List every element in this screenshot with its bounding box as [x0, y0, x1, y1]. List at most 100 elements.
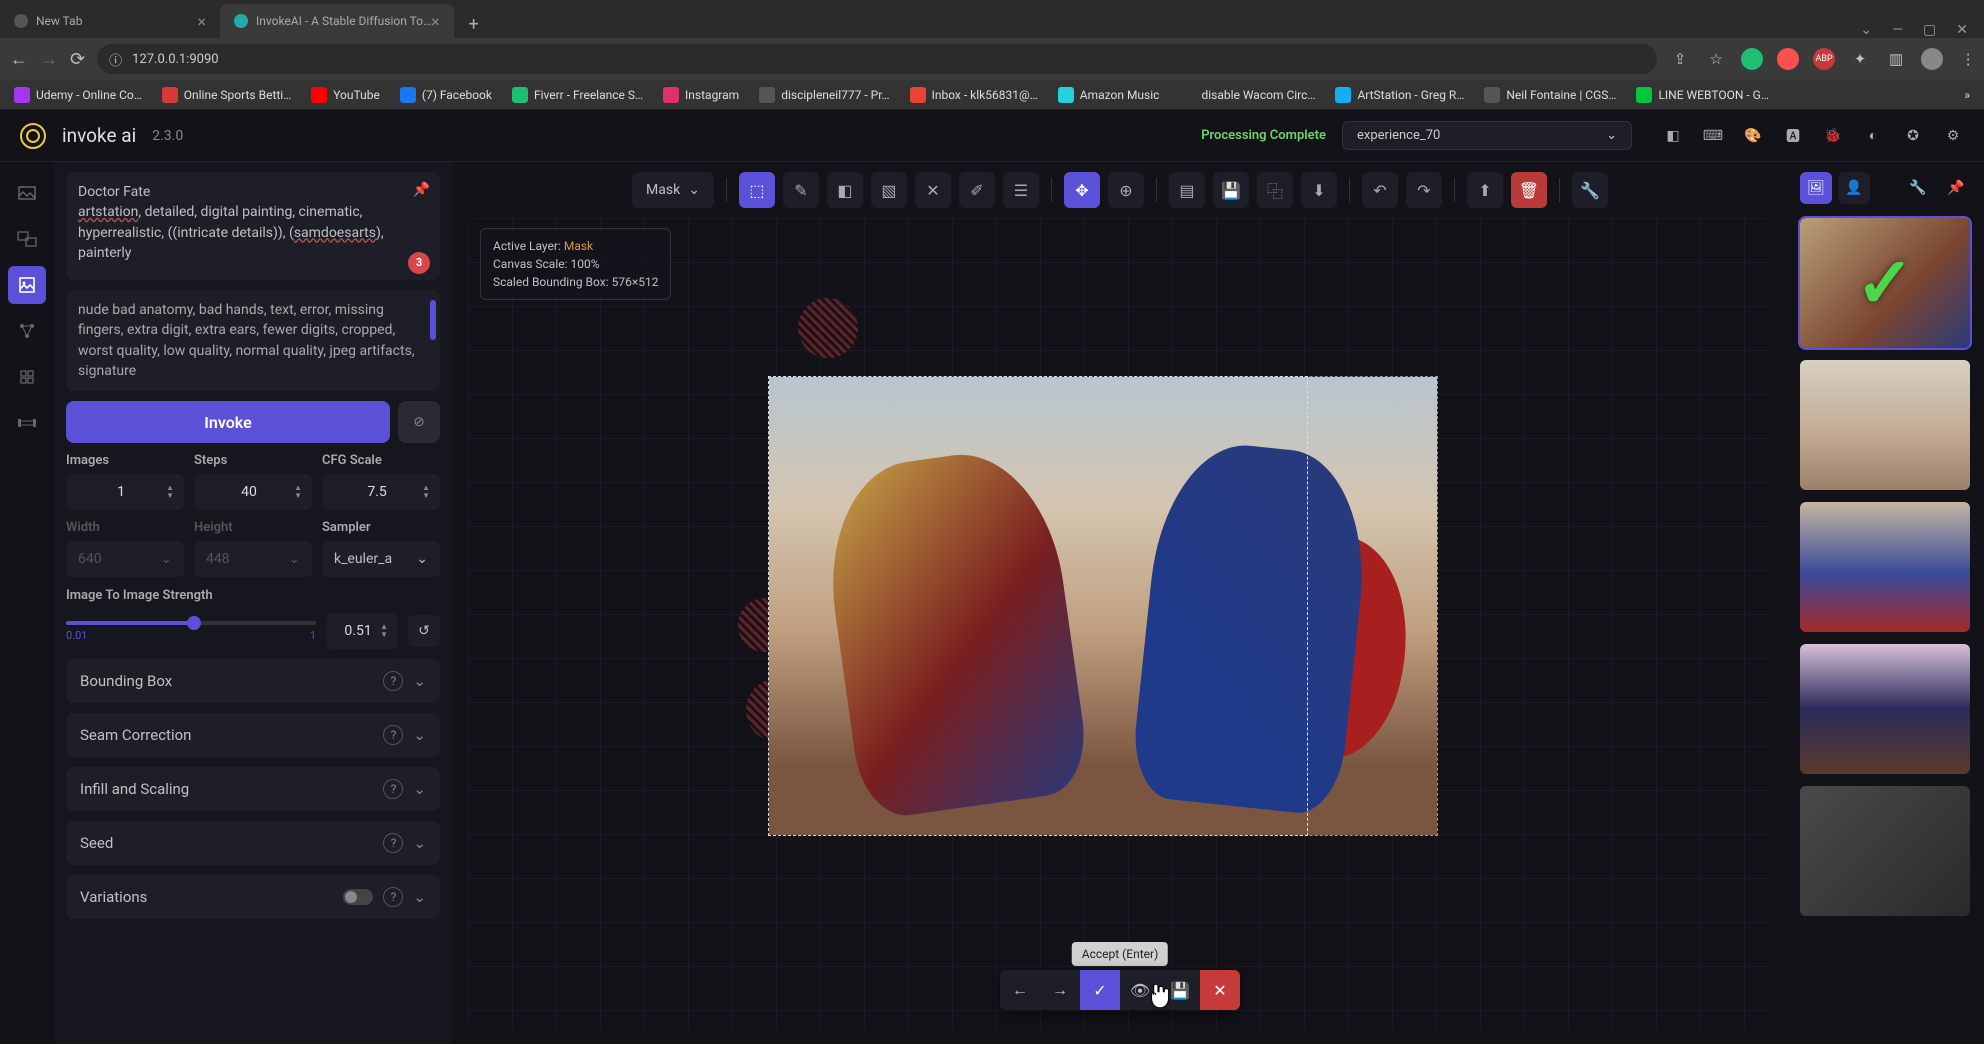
cfg-input[interactable]: 7.5▲▼ — [322, 474, 440, 510]
help-icon[interactable]: ? — [383, 779, 403, 799]
forward-button[interactable]: → — [40, 45, 58, 73]
sidepanel-icon[interactable]: ▥ — [1885, 48, 1907, 70]
stepper-icon[interactable]: ▲▼ — [422, 484, 430, 500]
help-icon[interactable]: ? — [383, 725, 403, 745]
accordion-infill-scaling[interactable]: Infill and Scaling?⌄ — [66, 767, 440, 811]
upload-button[interactable]: ⬆ — [1467, 172, 1503, 208]
images-input[interactable]: 1▲▼ — [66, 474, 184, 510]
tab-training[interactable] — [8, 404, 46, 442]
sampler-select[interactable]: k_euler_a⌄ — [322, 541, 440, 577]
tool-copy[interactable]: ⿻ — [1257, 172, 1293, 208]
height-select[interactable]: 448⌄ — [194, 541, 312, 577]
i2i-value-input[interactable]: 0.51▲▼ — [326, 613, 398, 649]
stepper-icon[interactable]: ▲▼ — [294, 484, 302, 500]
bookmark-item[interactable]: Udemy - Online Co… — [14, 87, 142, 103]
gallery-thumbnails[interactable]: ✓ — [1788, 214, 1984, 1044]
gallery-thumb[interactable]: ✓ — [1800, 218, 1970, 348]
tool-select[interactable]: ⬚ — [739, 172, 775, 208]
stepper-icon[interactable]: ▲▼ — [380, 623, 388, 639]
bookmark-item[interactable]: LINE WEBTOON - G… — [1636, 87, 1768, 103]
tab-postprocess[interactable] — [8, 358, 46, 396]
maximize-icon[interactable]: ▢ — [1923, 22, 1936, 38]
back-button[interactable]: ← — [10, 45, 28, 73]
tool-download[interactable]: ⬇ — [1301, 172, 1337, 208]
site-info-icon[interactable]: ⓘ — [109, 50, 122, 69]
discard-button[interactable]: ✕ — [1200, 970, 1240, 1010]
settings-gear-icon[interactable]: ⚙ — [1942, 125, 1964, 147]
extension-icon[interactable] — [1741, 48, 1763, 70]
github-icon[interactable]: ◐ — [1862, 125, 1884, 147]
accept-button[interactable]: ✓ — [1080, 970, 1120, 1010]
help-icon[interactable]: ? — [383, 671, 403, 691]
stepper-icon[interactable]: ▲▼ — [166, 484, 174, 500]
save-staging-button[interactable]: 💾 — [1160, 970, 1200, 1010]
positive-prompt-input[interactable]: 📌 Doctor Fate artstation, detailed, digi… — [66, 172, 440, 280]
bookmark-item[interactable]: Online Sports Betti… — [162, 87, 291, 103]
bookmark-item[interactable]: Neil Fontaine | CGS… — [1484, 87, 1616, 103]
gallery-thumb[interactable] — [1800, 502, 1970, 632]
slider-thumb[interactable] — [187, 616, 201, 630]
extensions-puzzle-icon[interactable]: ✦ — [1849, 48, 1871, 70]
pin-icon[interactable]: 📌 — [413, 180, 430, 200]
reload-button[interactable]: ⟳ — [70, 45, 85, 73]
variations-toggle[interactable] — [343, 889, 373, 905]
clear-canvas-button[interactable]: 🗑 — [1511, 172, 1547, 208]
profile-avatar-icon[interactable] — [1921, 48, 1943, 70]
gallery-tab-images[interactable]: 🖼 — [1800, 172, 1832, 204]
tool-save-to-gallery[interactable]: 💾 — [1213, 172, 1249, 208]
accordion-variations[interactable]: Variations?⌄ — [66, 875, 440, 919]
abp-extension-icon[interactable]: ABP — [1813, 48, 1835, 70]
extension-icon[interactable] — [1777, 48, 1799, 70]
tool-fill[interactable]: ▧ — [871, 172, 907, 208]
reset-icon[interactable]: ↺ — [408, 615, 440, 647]
tab-txt2img[interactable] — [8, 174, 46, 212]
bookmark-star-icon[interactable]: ☆ — [1705, 48, 1727, 70]
canvas-viewport[interactable]: Active Layer: Mask Canvas Scale: 100% Sc… — [468, 218, 1772, 1028]
close-icon[interactable]: ✕ — [1956, 22, 1968, 38]
bookmark-item[interactable]: discipleneil777 - Pr… — [759, 87, 889, 103]
width-select[interactable]: 640⌄ — [66, 541, 184, 577]
i2i-slider[interactable] — [66, 621, 316, 625]
discord-icon[interactable]: ✪ — [1902, 125, 1924, 147]
close-icon[interactable]: × — [197, 12, 206, 31]
gallery-settings-icon[interactable]: 🔧 — [1902, 172, 1934, 204]
gallery-thumb[interactable] — [1800, 360, 1970, 490]
bookmark-item[interactable]: disable Wacom Circ… — [1179, 87, 1315, 103]
language-icon[interactable]: 🅰 — [1782, 125, 1804, 147]
canvas-settings-icon[interactable]: 🔧 — [1572, 172, 1608, 208]
keyboard-icon[interactable]: ⌨ — [1702, 125, 1724, 147]
steps-input[interactable]: 40▲▼ — [194, 474, 312, 510]
accordion-bounding-box[interactable]: Bounding Box?⌄ — [66, 659, 440, 703]
bookmark-item[interactable]: (7) Facebook — [400, 87, 492, 103]
prev-button[interactable]: ← — [1000, 970, 1040, 1010]
tab-img2img[interactable] — [8, 220, 46, 258]
invoke-button[interactable]: Invoke — [66, 401, 390, 443]
bookmark-item[interactable]: Amazon Music — [1058, 87, 1160, 103]
bug-icon[interactable]: 🐞 — [1822, 125, 1844, 147]
gallery-tab-user[interactable]: 👤 — [1838, 172, 1870, 204]
close-icon[interactable]: × — [431, 12, 440, 31]
browser-tab[interactable]: New Tab × — [0, 4, 220, 38]
gallery-thumb[interactable] — [1800, 786, 1970, 916]
tool-move[interactable]: ✥ — [1064, 172, 1100, 208]
browser-tab[interactable]: InvokeAI - A Stable Diffusion To… × — [220, 4, 454, 38]
model-select[interactable]: experience_70 ⌄ — [1342, 121, 1632, 150]
resize-handle[interactable] — [430, 300, 436, 340]
generated-image[interactable] — [768, 376, 1438, 836]
next-button[interactable]: → — [1040, 970, 1080, 1010]
url-input[interactable]: ⓘ 127.0.0.1:9090 — [97, 44, 1657, 74]
tab-unified-canvas[interactable] — [8, 266, 46, 304]
gallery-pin-icon[interactable]: 📌 — [1940, 172, 1972, 204]
new-tab-button[interactable]: + — [460, 10, 488, 38]
bookmark-item[interactable]: Instagram — [663, 87, 739, 103]
bookmark-item[interactable]: ArtStation - Greg R… — [1335, 87, 1464, 103]
gallery-thumb[interactable] — [1800, 644, 1970, 774]
bookmark-item[interactable]: Fiverr - Freelance S… — [512, 87, 643, 103]
help-icon[interactable]: ? — [383, 833, 403, 853]
redo-button[interactable]: ↷ — [1406, 172, 1442, 208]
negative-prompt-input[interactable]: nude bad anatomy, bad hands, text, error… — [66, 290, 440, 391]
accordion-seam-correction[interactable]: Seam Correction?⌄ — [66, 713, 440, 757]
cube-icon[interactable]: ◧ — [1662, 125, 1684, 147]
tool-eraser[interactable]: ◧ — [827, 172, 863, 208]
undo-button[interactable]: ↶ — [1362, 172, 1398, 208]
